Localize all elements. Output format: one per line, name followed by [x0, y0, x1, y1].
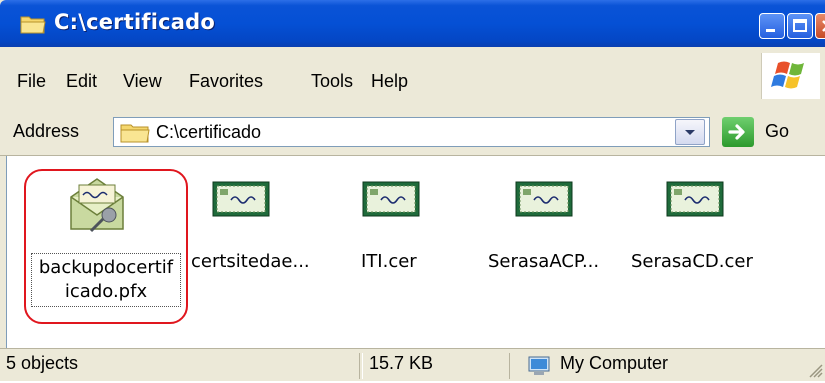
address-input[interactable]: C:\certificado: [113, 117, 710, 147]
go-label[interactable]: Go: [765, 121, 789, 142]
file-list-view[interactable]: backupdocertif icado.pfx certsitedae...: [6, 156, 825, 348]
certificate-icon: [211, 178, 271, 222]
menu-favorites[interactable]: Favorites: [189, 71, 263, 92]
maximize-button[interactable]: [787, 13, 813, 39]
go-button[interactable]: [722, 117, 754, 147]
file-name: SerasaCD.cer: [631, 251, 753, 272]
close-button[interactable]: [815, 13, 825, 39]
menu-file[interactable]: File: [17, 71, 46, 92]
file-name: ITI.cer: [361, 251, 417, 272]
status-cell-size: 15.7 KB: [362, 353, 510, 379]
file-name: certsitedae...: [191, 251, 310, 272]
certificate-icon: [514, 178, 574, 222]
status-cell-objects: 5 objects: [0, 353, 360, 379]
folder-icon: [20, 13, 46, 35]
file-name: SerasaACP...: [488, 251, 600, 272]
address-bar: Address C:\certificado Go: [0, 109, 825, 156]
folder-icon: [119, 122, 151, 144]
status-size: 15.7 KB: [369, 353, 434, 373]
minimize-button[interactable]: [759, 13, 785, 39]
address-label: Address: [13, 121, 80, 141]
menu-tools[interactable]: Tools: [311, 71, 353, 92]
file-item-cer[interactable]: ITI.cer: [335, 156, 485, 316]
certificate-icon: [361, 178, 421, 222]
computer-icon: [526, 354, 552, 382]
status-objects: 5 objects: [6, 353, 79, 373]
file-item-cer[interactable]: certsitedae...: [185, 156, 335, 316]
menu-help[interactable]: Help: [371, 71, 408, 92]
menu-bar: File Edit View Favorites Tools Help: [0, 47, 825, 110]
status-bar: 5 objects 15.7 KB My Computer: [0, 348, 825, 381]
status-cell-zone: My Computer: [514, 353, 825, 379]
highlight-annotation: [24, 169, 188, 324]
file-item-cer[interactable]: SerasaACP...: [472, 156, 622, 316]
menu-view[interactable]: View: [123, 71, 162, 92]
file-item-cer[interactable]: SerasaCD.cer: [625, 156, 795, 316]
window-title: C:\certificado: [54, 10, 215, 34]
address-dropdown-button[interactable]: [675, 119, 705, 145]
windows-logo-icon: [761, 53, 820, 99]
title-bar[interactable]: C:\certificado: [0, 0, 825, 47]
explorer-window: C:\certificado File Edit View Favorites …: [0, 0, 825, 381]
status-zone: My Computer: [560, 353, 669, 373]
resize-grip-icon[interactable]: [808, 363, 824, 383]
address-path: C:\certificado: [156, 122, 262, 142]
menu-edit[interactable]: Edit: [66, 71, 97, 92]
certificate-icon: [665, 178, 725, 222]
